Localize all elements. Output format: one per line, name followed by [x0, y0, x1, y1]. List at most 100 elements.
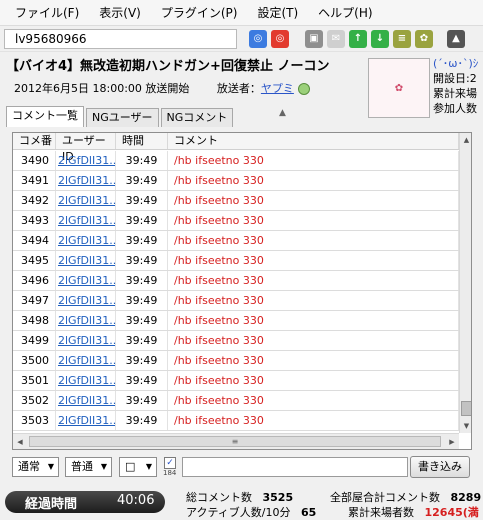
user-id-link[interactable]: 2lGfDlI31... [56, 231, 116, 250]
settings-icon[interactable]: ✿ [415, 29, 433, 48]
comment-number: 3490 [13, 151, 56, 170]
caster-icon [297, 83, 310, 95]
table-row[interactable]: 3500 2lGfDlI31... 39:49/hb ifseetno 330 [13, 351, 459, 371]
all-room-value: 8289 [450, 491, 482, 504]
visitors-label: 累計来場者数 [348, 506, 414, 519]
comment-time: 39:49 [116, 411, 168, 430]
user-id-link[interactable]: 2lGfDlI31... [56, 151, 116, 170]
comment-text: /hb ifseetno 330 [168, 251, 459, 270]
comment-text: /hb ifseetno 330 [168, 351, 459, 370]
scroll-right-icon[interactable]: ▶ [445, 434, 459, 449]
mail-icon[interactable]: ✉ [327, 29, 345, 48]
comment-time: 39:49 [116, 251, 168, 270]
user-id-link[interactable]: 2lGfDlI31... [56, 311, 116, 330]
table-row[interactable]: 3497 2lGfDlI31... 39:49/hb ifseetno 330 [13, 291, 459, 311]
table-row[interactable]: 3491 2lGfDlI31... 39:49/hb ifseetno 330 [13, 171, 459, 191]
header-no[interactable]: コメ番 [13, 133, 56, 149]
comment-time: 39:49 [116, 311, 168, 330]
user-id-link[interactable]: 2lGfDlI31... [56, 351, 116, 370]
table-row[interactable]: 3502 2lGfDlI31... 39:49/hb ifseetno 330 [13, 391, 459, 411]
comment-time: 39:49 [116, 371, 168, 390]
chevron-down-icon: ▼ [47, 462, 54, 471]
user-id-link[interactable]: 2lGfDlI31... [56, 251, 116, 270]
user-id-link[interactable]: 2lGfDlI31... [56, 211, 116, 230]
comment-number: 3491 [13, 171, 56, 190]
menu-settings[interactable]: 設定(T) [250, 4, 305, 21]
scroll-up-icon[interactable]: ▲ [460, 133, 471, 147]
collapse-arrow-icon[interactable]: ▲ [279, 108, 286, 118]
table-row[interactable]: 3492 2lGfDlI31... 39:49/hb ifseetno 330 [13, 191, 459, 211]
comment-input-bar: 通常 ▼ 普通 ▼ □ ▼ ✓ 184 書き込み [12, 456, 472, 479]
grid-header: コメ番 ユーザーID 時間 コメント [13, 133, 459, 163]
download-icon[interactable]: ↓ [371, 29, 389, 48]
comment-text: /hb ifseetno 330 [168, 151, 459, 170]
elapsed-time-panel: 経過時間 40:06 [5, 491, 165, 513]
user-id-link[interactable]: 2lGfDlI31... [56, 331, 116, 350]
color-value: □ [125, 460, 136, 473]
user-id-link[interactable]: 2lGfDlI31... [56, 191, 116, 210]
tab-ng-users[interactable]: NGユーザー [86, 108, 159, 127]
comment-time: 39:49 [116, 151, 168, 170]
comment-number: 3500 [13, 351, 56, 370]
user-id-link[interactable]: 2lGfDlI31... [56, 391, 116, 410]
header-comment[interactable]: コメント [168, 133, 459, 149]
user-id-link[interactable]: 2lGfDlI31... [56, 171, 116, 190]
table-row[interactable]: 3501 2lGfDlI31... 39:49/hb ifseetno 330 [13, 371, 459, 391]
comment-number: 3496 [13, 271, 56, 290]
upload-icon[interactable]: ↑ [349, 29, 367, 48]
vertical-scrollbar[interactable]: ▲ ▼ [459, 133, 471, 433]
tab-ng-comments[interactable]: NGコメント [160, 108, 234, 127]
color-select[interactable]: □ ▼ [119, 457, 157, 477]
scroll-down-icon[interactable]: ▼ [460, 419, 471, 433]
table-row[interactable]: 3494 2lGfDlI31... 39:49/hb ifseetno 330 [13, 231, 459, 251]
comment-text: /hb ifseetno 330 [168, 391, 459, 410]
comment-text: /hb ifseetno 330 [168, 371, 459, 390]
comment-input[interactable] [182, 457, 408, 477]
user-id-link[interactable]: 2lGfDlI31... [56, 271, 116, 290]
position-select[interactable]: 通常 ▼ [12, 457, 59, 477]
scroll-left-icon[interactable]: ◀ [13, 434, 27, 449]
visitors-value: 12645(満 [424, 506, 479, 519]
user-id-link[interactable]: 2lGfDlI31... [56, 411, 116, 430]
pin-icon[interactable]: ▲ [447, 29, 465, 48]
program-info: 2012年6月5日 18:00:00 放送開始 放送者：ヤプミ [14, 80, 310, 96]
disconnect-icon[interactable]: ◎ [271, 29, 289, 48]
header-user-id[interactable]: ユーザーID [56, 133, 116, 163]
comment-number: 3501 [13, 371, 56, 390]
size-select[interactable]: 普通 ▼ [65, 457, 112, 477]
header-time[interactable]: 時間 [116, 133, 168, 149]
ranking-icon[interactable]: ≡ [393, 29, 411, 48]
program-title: 【バイオ4】無改造初期ハンドガン+回復禁止 ノーコン [6, 59, 330, 74]
connect-icon[interactable]: ◎ [249, 29, 267, 48]
table-row[interactable]: 3498 2lGfDlI31... 39:49/hb ifseetno 330 [13, 311, 459, 331]
comment-text: /hb ifseetno 330 [168, 291, 459, 310]
user-id-link[interactable]: 2lGfDlI31... [56, 371, 116, 390]
live-id-input[interactable]: lv95680966 [4, 28, 237, 49]
menu-plugin[interactable]: プラグイン(P) [154, 4, 245, 21]
table-row[interactable]: 3499 2lGfDlI31... 39:49/hb ifseetno 330 [13, 331, 459, 351]
comment-time: 39:49 [116, 351, 168, 370]
horizontal-scrollbar[interactable]: ◀ ≡ ▶ [13, 433, 459, 449]
send-button[interactable]: 書き込み [410, 456, 470, 478]
vertical-scroll-thumb[interactable] [461, 401, 471, 416]
menu-help[interactable]: ヘルプ(H) [311, 4, 379, 21]
anonymous-checkbox[interactable]: ✓ [164, 457, 176, 469]
table-row[interactable]: 3493 2lGfDlI31... 39:49/hb ifseetno 330 [13, 211, 459, 231]
horizontal-scroll-thumb[interactable]: ≡ [29, 436, 441, 447]
user-id-link[interactable]: 2lGfDlI31... [56, 291, 116, 310]
table-row[interactable]: 3495 2lGfDlI31... 39:49/hb ifseetno 330 [13, 251, 459, 271]
caster-label: 放送者： [216, 82, 261, 95]
menu-file[interactable]: ファイル(F) [8, 4, 86, 21]
comment-number: 3499 [13, 331, 56, 350]
camera-icon[interactable]: ▣ [305, 29, 323, 48]
side-face: (´･ω･`)ｼ [433, 57, 479, 70]
table-row[interactable]: 3496 2lGfDlI31... 39:49/hb ifseetno 330 [13, 271, 459, 291]
community-thumbnail[interactable]: ✿ [368, 58, 430, 118]
menu-view[interactable]: 表示(V) [92, 4, 148, 21]
tab-comments[interactable]: コメント一覧 [6, 106, 84, 127]
table-row[interactable]: 3503 2lGfDlI31... 39:49/hb ifseetno 330 [13, 411, 459, 431]
all-room-stat: 全部屋合計コメント数 8289 [330, 489, 481, 505]
table-row[interactable]: 3490 2lGfDlI31... 39:49/hb ifseetno 330 [13, 151, 459, 171]
caster-link[interactable]: ヤプミ [261, 82, 294, 95]
total-comments-value: 3525 [262, 491, 294, 504]
